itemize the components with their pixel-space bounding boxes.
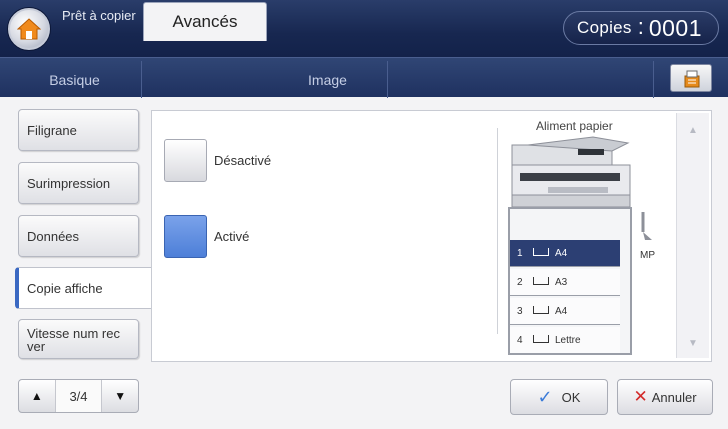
tray-3-number: 3 xyxy=(517,305,523,317)
tray-1-size: A4 xyxy=(555,247,568,259)
sidebar-item-donnees[interactable]: Données xyxy=(18,215,139,257)
sidebar-item-surimpression[interactable]: Surimpression xyxy=(18,162,139,204)
tab-image[interactable]: Image xyxy=(268,61,388,98)
page-up-button[interactable]: ▲ xyxy=(19,380,55,412)
checkmark-icon: ✓ xyxy=(537,386,553,407)
tray-4-size: Lettre xyxy=(555,334,581,346)
job-status-button[interactable] xyxy=(670,64,712,92)
mp-tray-label[interactable]: MP xyxy=(640,250,655,261)
scroll-up-button[interactable]: ▲ xyxy=(680,117,706,143)
tray-1-number: 1 xyxy=(517,247,523,259)
ok-label: OK xyxy=(561,389,581,405)
tray-1[interactable]: 1 A4 xyxy=(510,240,620,267)
option-on-label: Activé xyxy=(214,229,250,244)
printer-icon xyxy=(511,136,631,208)
tray-icon xyxy=(533,277,549,285)
triangle-up-icon: ▲ xyxy=(30,389,43,403)
home-button[interactable] xyxy=(8,8,50,50)
tab-advanced[interactable]: Avancés xyxy=(143,2,267,41)
scroll-down-button[interactable]: ▼ xyxy=(680,330,706,356)
sidebar-item-vitesse-num[interactable]: Vitesse num rec ver xyxy=(18,319,139,359)
page-indicator: 3/4 xyxy=(54,380,103,412)
option-off-label: Désactivé xyxy=(214,153,272,168)
tab-basic[interactable]: Basique xyxy=(8,61,142,98)
paper-source-title: Aliment papier xyxy=(536,119,613,133)
triangle-down-icon: ▼ xyxy=(114,389,127,403)
tray-4-number: 4 xyxy=(517,334,523,346)
cancel-label: Annuler xyxy=(651,389,697,405)
copies-counter[interactable]: Copies : 0001 xyxy=(563,11,719,45)
status-text: Prêt à copier xyxy=(62,8,136,23)
option-on-button[interactable] xyxy=(164,215,207,258)
option-off-button[interactable] xyxy=(164,139,207,182)
copies-label: Copies xyxy=(577,18,632,37)
panel-divider xyxy=(497,128,498,334)
copies-separator: : xyxy=(637,14,644,39)
home-icon xyxy=(17,18,41,40)
page-down-button[interactable]: ▼ xyxy=(102,380,138,412)
tab-bar-spacer xyxy=(389,61,654,98)
tray-icon xyxy=(533,248,549,256)
copies-value: 0001 xyxy=(648,14,703,41)
tray-4[interactable]: 4 Lettre xyxy=(510,327,620,354)
mp-tray-icon xyxy=(641,212,652,240)
cancel-button[interactable]: ✕ Annuler xyxy=(617,379,713,415)
status-header: Prêt à copier Copies : 0001 xyxy=(0,0,728,57)
scrollbar[interactable] xyxy=(676,113,709,358)
triangle-down-icon: ▼ xyxy=(688,337,698,349)
tray-3-size: A4 xyxy=(555,305,568,317)
tray-icon xyxy=(533,335,549,343)
job-status-icon xyxy=(684,70,700,88)
tray-3[interactable]: 3 A4 xyxy=(510,298,620,325)
sidebar-item-copie-affiche[interactable]: Copie affiche xyxy=(15,267,152,309)
sidebar-item-filigrane[interactable]: Filigrane xyxy=(18,109,139,151)
ok-button[interactable]: ✓ OK xyxy=(510,379,608,415)
tray-2-number: 2 xyxy=(517,276,523,288)
tray-2-size: A3 xyxy=(555,276,568,288)
close-icon: ✕ xyxy=(633,387,648,406)
tray-icon xyxy=(533,306,549,314)
tray-2[interactable]: 2 A3 xyxy=(510,269,620,296)
page-navigator: ▲ 3/4 ▼ xyxy=(18,379,139,413)
triangle-up-icon: ▲ xyxy=(688,124,698,136)
tab-bar: Basique Image xyxy=(0,57,728,98)
